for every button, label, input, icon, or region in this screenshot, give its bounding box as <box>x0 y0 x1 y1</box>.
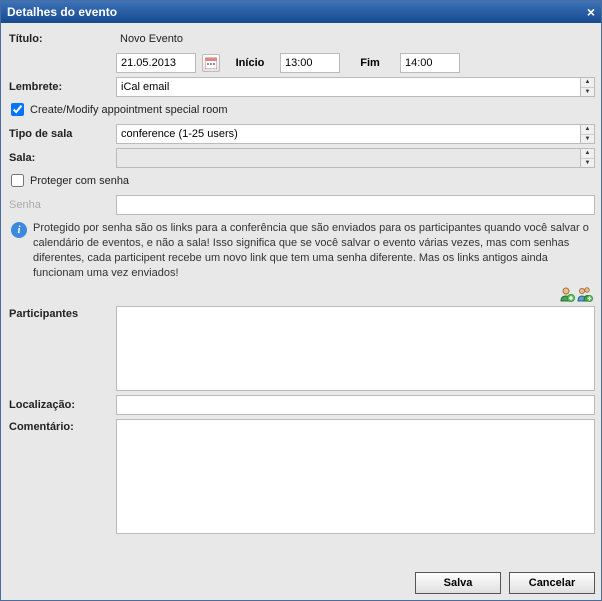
comment-row: Comentário: <box>7 419 595 534</box>
dialog-body: Título: Início Fim <box>1 23 601 566</box>
password-label: Senha <box>7 199 112 211</box>
info-row: i Protegido por senha são os links para … <box>7 219 595 282</box>
create-modify-label: Create/Modify appointment special room <box>30 104 227 116</box>
create-modify-row: Create/Modify appointment special room <box>7 101 595 120</box>
location-label: Localização: <box>7 399 112 411</box>
chevron-down-icon[interactable]: ▼ <box>581 88 594 97</box>
location-row: Localização: <box>7 395 595 415</box>
roomtype-spin[interactable]: ▲ ▼ <box>581 124 595 144</box>
reminder-select-wrap: ▲ ▼ <box>116 77 595 97</box>
participants-row: Participantes <box>7 306 595 391</box>
roomtype-row: Tipo de sala ▲ ▼ <box>7 124 595 144</box>
chevron-up-icon[interactable]: ▲ <box>581 78 594 88</box>
date-input[interactable] <box>116 53 196 73</box>
room-select[interactable] <box>116 148 581 168</box>
button-bar: Salva Cancelar <box>1 566 601 600</box>
roomtype-select[interactable] <box>116 124 581 144</box>
calendar-icon[interactable] <box>202 54 220 72</box>
add-user-icon[interactable] <box>559 286 575 302</box>
end-time-input[interactable] <box>400 53 460 73</box>
title-row: Título: <box>7 29 595 49</box>
cancel-button[interactable]: Cancelar <box>509 572 595 594</box>
location-input[interactable] <box>116 395 595 415</box>
room-select-wrap: ▲ ▼ <box>116 148 595 168</box>
reminder-row: Lembrete: ▲ ▼ <box>7 77 595 97</box>
event-details-dialog: Detalhes do evento × Título: <box>0 0 602 601</box>
roomtype-label: Tipo de sala <box>7 128 112 140</box>
room-spin[interactable]: ▲ ▼ <box>581 148 595 168</box>
chevron-up-icon[interactable]: ▲ <box>581 149 594 159</box>
chevron-down-icon[interactable]: ▼ <box>581 159 594 168</box>
info-icon: i <box>11 222 27 238</box>
create-modify-checkbox[interactable] <box>11 103 24 116</box>
dialog-titlebar: Detalhes do evento × <box>1 1 601 23</box>
participants-label: Participantes <box>7 306 112 320</box>
comment-label: Comentário: <box>7 419 112 433</box>
chevron-up-icon[interactable]: ▲ <box>581 125 594 135</box>
body-spacer <box>7 538 595 564</box>
room-label: Sala: <box>7 152 112 164</box>
start-label: Início <box>226 57 274 69</box>
title-input[interactable] <box>116 29 595 49</box>
password-input[interactable] <box>116 195 595 215</box>
room-row: Sala: ▲ ▼ <box>7 148 595 168</box>
protect-row: Proteger com senha <box>7 172 595 191</box>
participants-textarea[interactable] <box>116 306 595 391</box>
chevron-down-icon[interactable]: ▼ <box>581 135 594 144</box>
reminder-spin[interactable]: ▲ ▼ <box>581 77 595 97</box>
password-row: Senha <box>7 195 595 215</box>
info-text: Protegido por senha são os links para a … <box>33 221 591 280</box>
participant-icons <box>7 286 595 302</box>
reminder-label: Lembrete: <box>7 81 112 93</box>
reminder-select[interactable] <box>116 77 581 97</box>
dialog-title: Detalhes do evento <box>7 5 117 19</box>
start-time-input[interactable] <box>280 53 340 73</box>
end-label: Fim <box>346 57 394 69</box>
save-button[interactable]: Salva <box>415 572 501 594</box>
add-users-icon[interactable] <box>577 286 593 302</box>
roomtype-select-wrap: ▲ ▼ <box>116 124 595 144</box>
protect-password-label: Proteger com senha <box>30 175 129 187</box>
protect-password-checkbox[interactable] <box>11 174 24 187</box>
date-row: Início Fim <box>7 53 595 73</box>
comment-textarea[interactable] <box>116 419 595 534</box>
title-label: Título: <box>7 33 112 45</box>
close-icon[interactable]: × <box>587 5 595 19</box>
date-fields: Início Fim <box>116 53 595 73</box>
